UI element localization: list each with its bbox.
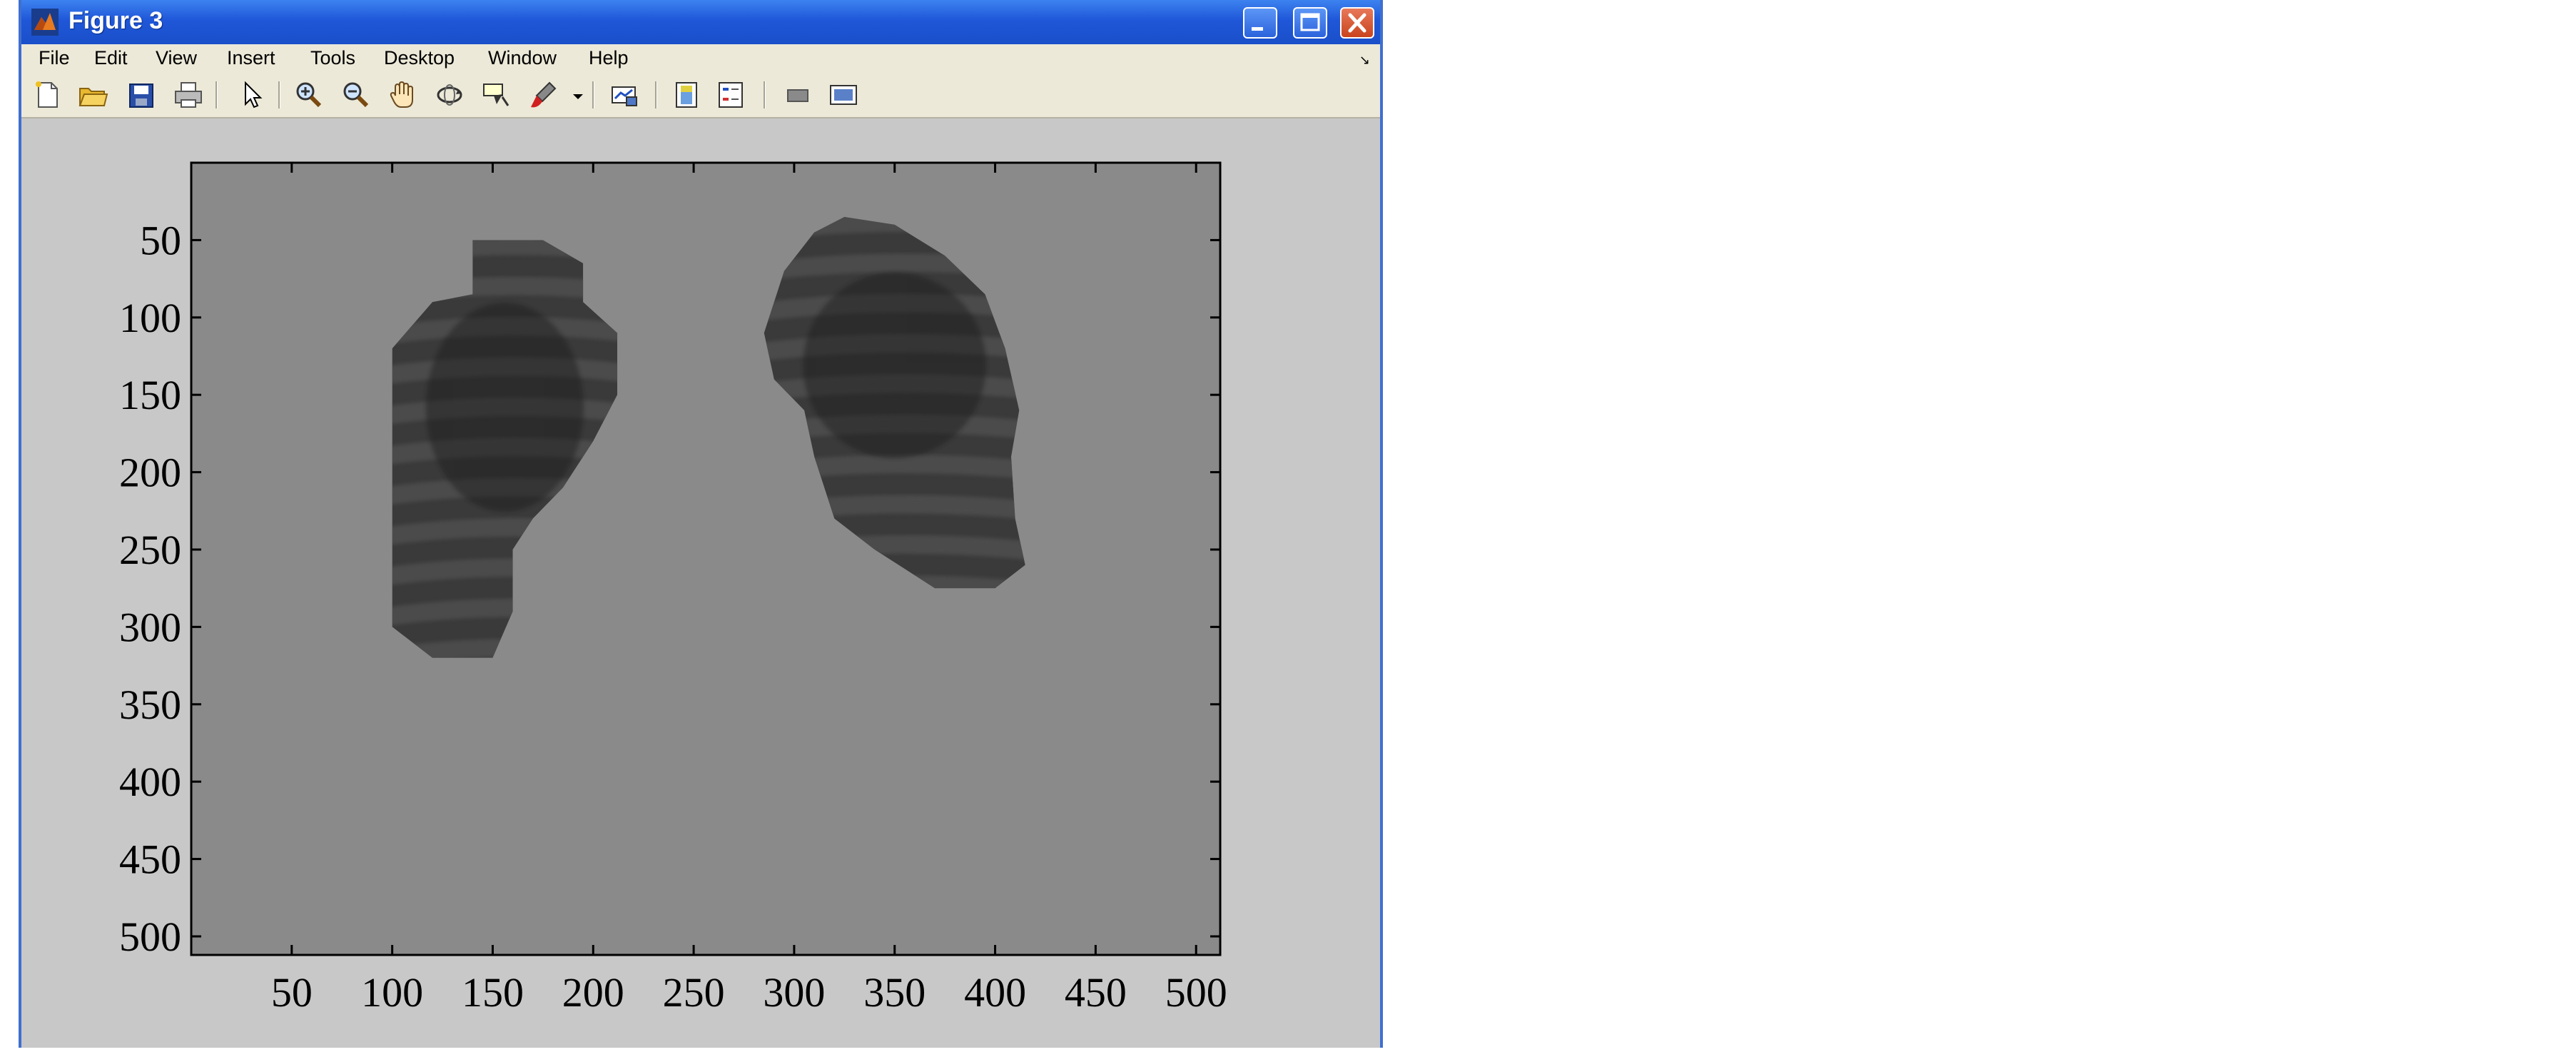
menu-desktop[interactable]: Desktop <box>384 47 455 69</box>
y-tick-label: 50 <box>140 217 181 263</box>
pointer-arrow-icon <box>245 81 263 108</box>
x-tick-label: 100 <box>361 969 423 1016</box>
open-file-button[interactable] <box>77 80 108 110</box>
colorbar-icon <box>676 82 697 108</box>
save-button[interactable] <box>126 80 157 110</box>
hand-icon <box>390 81 413 108</box>
image-plot: 50 100 150 200 250 300 350 400 450 500 50 100 150 20… <box>119 161 1227 1016</box>
brush-button[interactable] <box>528 80 559 110</box>
zoom-in-icon <box>296 82 322 108</box>
maximize-button[interactable] <box>1293 7 1327 39</box>
x-tick-label: 350 <box>863 969 926 1016</box>
menu-help[interactable]: Help <box>589 47 629 69</box>
minimize-icon <box>1252 27 1263 31</box>
menu-file[interactable]: File <box>39 47 70 69</box>
pan-button[interactable] <box>387 80 418 110</box>
y-tick-label: 450 <box>119 836 181 883</box>
printer-icon <box>175 82 202 108</box>
brush-dropdown[interactable] <box>562 80 583 110</box>
minimize-button[interactable] <box>1243 7 1277 39</box>
maximize-icon <box>1300 13 1320 31</box>
folder-icon <box>78 88 108 106</box>
data-cursor-button[interactable] <box>481 80 512 110</box>
insert-colorbar-button[interactable] <box>671 80 702 110</box>
matlab-icon <box>31 9 59 36</box>
save-icon <box>129 84 153 108</box>
link-plot-icon <box>612 86 637 106</box>
y-tick-label: 400 <box>119 759 181 805</box>
new-figure-button[interactable] <box>31 80 63 110</box>
show-plot-tools-button[interactable] <box>828 80 859 110</box>
rotate-icon <box>437 84 462 106</box>
hide-plot-tools-icon <box>787 89 808 102</box>
zoom-out-icon <box>343 82 369 108</box>
legend-icon <box>719 82 743 108</box>
hide-plot-tools-button[interactable] <box>782 80 813 110</box>
zoom-out-button[interactable] <box>340 80 371 110</box>
brush-icon <box>531 81 557 108</box>
link-plot-button[interactable] <box>608 80 639 110</box>
data-cursor-icon <box>483 84 509 106</box>
menu-window[interactable]: Window <box>488 47 557 69</box>
menubar-dock-icon[interactable]: ↘ <box>1359 53 1370 68</box>
x-tick-label: 500 <box>1165 969 1227 1016</box>
figure-window: Figure 3 File Edit View Insert Tools Des… <box>19 0 1383 1048</box>
x-tick-label: 150 <box>462 969 524 1016</box>
figure-canvas: 50 100 150 200 250 300 350 400 450 500 50 100 150 20… <box>21 118 1380 1048</box>
x-tick-label: 450 <box>1065 969 1127 1016</box>
title-bar[interactable]: Figure 3 <box>21 0 1380 44</box>
y-tick-label: 100 <box>119 295 181 341</box>
print-button[interactable] <box>173 80 204 110</box>
y-tick-label: 200 <box>119 450 181 496</box>
x-tick-label: 400 <box>964 969 1026 1016</box>
y-tick-label: 300 <box>119 604 181 650</box>
menu-view[interactable]: View <box>156 47 197 69</box>
rotate-3d-button[interactable] <box>434 80 465 110</box>
y-tick-label: 150 <box>119 372 181 418</box>
close-icon <box>1348 13 1366 33</box>
menu-bar: File Edit View Insert Tools Desktop Wind… <box>21 44 1380 74</box>
zoom-in-button[interactable] <box>293 80 324 110</box>
menu-edit[interactable]: Edit <box>94 47 128 69</box>
insert-legend-button[interactable] <box>715 80 746 110</box>
edit-plot-button[interactable] <box>235 80 267 110</box>
new-file-icon <box>36 81 58 108</box>
menu-insert[interactable]: Insert <box>227 47 275 69</box>
y-tick-label: 500 <box>119 914 181 960</box>
dropdown-arrow-icon <box>573 94 583 99</box>
close-button[interactable] <box>1340 7 1374 39</box>
axes-background <box>191 163 1220 955</box>
figure-toolbar <box>21 73 1380 118</box>
show-plot-tools-icon <box>830 85 857 105</box>
x-tick-label: 300 <box>763 969 825 1016</box>
x-tick-label: 50 <box>271 969 313 1016</box>
x-tick-label: 250 <box>663 969 725 1016</box>
y-tick-label: 350 <box>119 682 181 728</box>
y-tick-label: 250 <box>119 527 181 573</box>
x-tick-label: 200 <box>562 969 624 1016</box>
menu-tools[interactable]: Tools <box>310 47 355 69</box>
window-title: Figure 3 <box>69 7 163 34</box>
